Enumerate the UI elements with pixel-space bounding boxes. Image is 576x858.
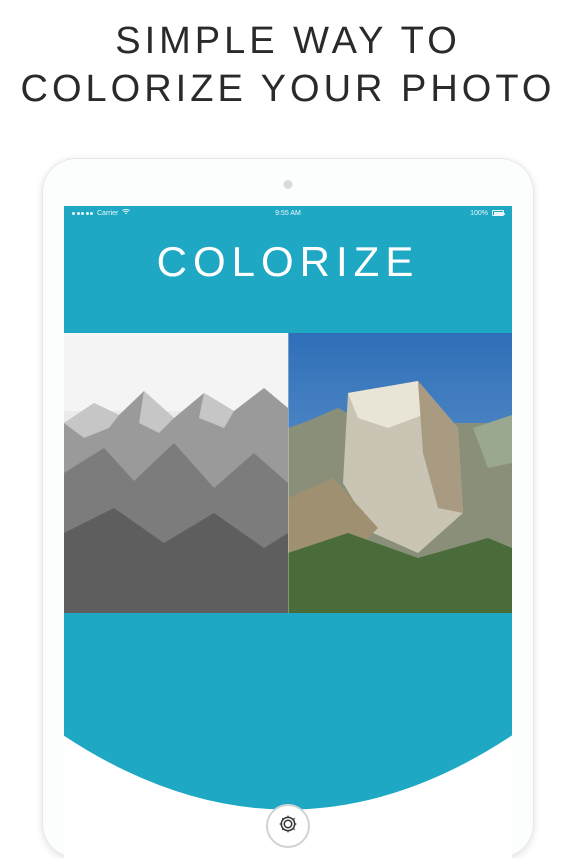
- app-title: COLORIZE: [64, 238, 512, 286]
- signal-icon: [72, 212, 93, 215]
- camera-button[interactable]: [266, 804, 310, 848]
- comparison-slider-line[interactable]: [288, 333, 289, 613]
- status-bar: Carrier 9:55 AM 100%: [64, 206, 512, 220]
- status-time: 9:55 AM: [275, 210, 301, 217]
- wifi-icon: [122, 209, 130, 217]
- promo-line-2: COLORIZE YOUR PHOTO: [0, 66, 576, 114]
- photo-after-colorized: [288, 333, 512, 613]
- status-left: Carrier: [72, 209, 130, 217]
- carrier-label: Carrier: [97, 210, 118, 217]
- photo-before-grayscale: [64, 333, 288, 613]
- battery-icon: [492, 210, 504, 216]
- device-screen: Carrier 9:55 AM 100% COLORIZE: [64, 206, 512, 858]
- promo-headline: SIMPLE WAY TO COLORIZE YOUR PHOTO: [0, 0, 576, 113]
- camera-icon: [278, 814, 298, 839]
- battery-label: 100%: [470, 210, 488, 217]
- ipad-device-frame: Carrier 9:55 AM 100% COLORIZE: [42, 158, 534, 858]
- promo-line-1: SIMPLE WAY TO: [0, 18, 576, 66]
- device-camera-dot: [284, 180, 293, 189]
- status-right: 100%: [470, 210, 504, 217]
